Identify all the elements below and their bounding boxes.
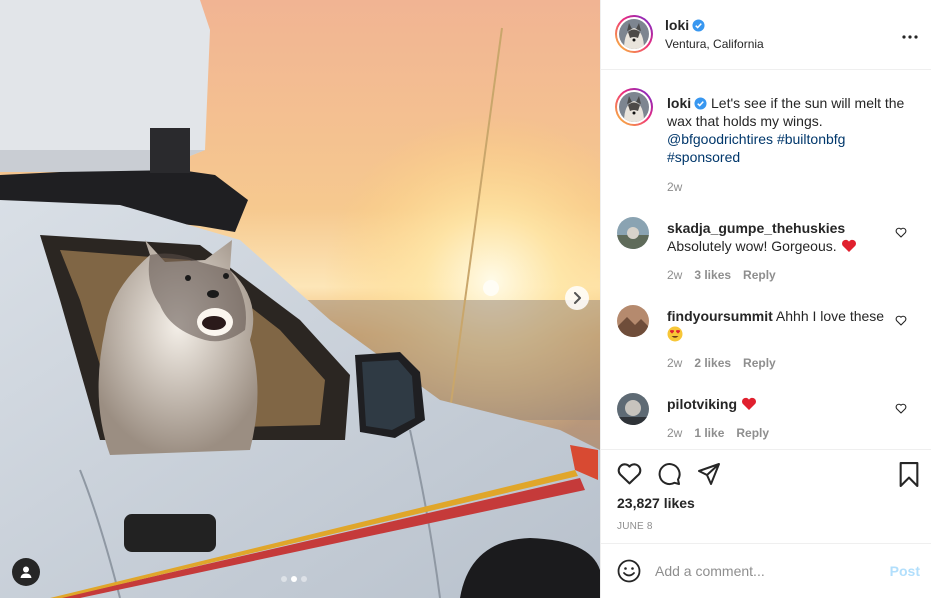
carousel-next-button[interactable]	[565, 286, 589, 310]
comment-button[interactable]	[657, 462, 682, 489]
commenter-avatar[interactable]	[617, 393, 649, 425]
comment-likes[interactable]: 1 like	[694, 426, 724, 440]
post-photo[interactable]	[0, 0, 600, 598]
red-heart-emoji-icon	[841, 239, 856, 252]
chevron-right-icon	[574, 292, 581, 304]
mention-link[interactable]: @bfgoodrichtires	[667, 131, 773, 147]
carousel-indicator	[281, 576, 307, 582]
red-heart-emoji-icon	[741, 397, 756, 410]
smiley-icon	[617, 559, 641, 583]
comment-time[interactable]: 2w	[667, 426, 682, 440]
heart-eyes-emoji-icon	[667, 326, 683, 342]
author-avatar[interactable]	[615, 15, 653, 53]
post-header: loki Ventura, California	[601, 0, 931, 70]
commenter-avatar[interactable]	[617, 217, 649, 249]
emoji-picker-button[interactable]	[617, 559, 641, 586]
likes-count[interactable]: 23,827 likes	[617, 495, 695, 511]
comment-text: findyoursummit Ahhh I love these	[667, 307, 887, 343]
heart-outline-icon	[895, 227, 907, 238]
bookmark-icon	[899, 462, 919, 487]
author-info: loki	[665, 17, 705, 33]
husky-avatar-image	[619, 19, 649, 49]
comment-body: Ahhh I love these	[775, 308, 885, 324]
comment-bubble-icon	[658, 463, 681, 486]
reply-button[interactable]: Reply	[736, 426, 769, 440]
hashtag-link[interactable]: #builtonbfg	[777, 131, 846, 147]
comment-body: Absolutely wow! Gorgeous.	[667, 238, 837, 254]
caption-timestamp[interactable]: 2w	[667, 180, 682, 194]
comment-like-button[interactable]	[895, 225, 907, 241]
like-button[interactable]	[617, 462, 642, 488]
photo-image	[0, 0, 600, 598]
more-options-icon	[902, 35, 918, 39]
post-date[interactable]: JUNE 8	[617, 521, 653, 532]
commenter-avatar-image	[617, 393, 649, 425]
post-location[interactable]: Ventura, California	[665, 37, 764, 51]
carousel-dot	[301, 576, 307, 582]
comment-time[interactable]: 2w	[667, 356, 682, 370]
verified-badge-icon	[694, 97, 707, 110]
add-comment-bar: Post	[601, 543, 931, 598]
save-button[interactable]	[898, 462, 920, 490]
post-modal: loki Ventura, California loki Let's see …	[0, 0, 931, 598]
comment-item: pilotviking 2w 1 like Reply	[613, 393, 923, 445]
post-details-panel: loki Ventura, California loki Let's see …	[600, 0, 931, 598]
user-tags-button[interactable]	[12, 558, 40, 586]
share-button[interactable]	[697, 462, 721, 489]
comment-like-button[interactable]	[895, 401, 907, 417]
commenter-avatar-image	[617, 217, 649, 249]
heart-outline-icon	[617, 463, 642, 485]
add-comment-input[interactable]	[655, 559, 875, 583]
post-actions-bar: 23,827 likes JUNE 8	[601, 449, 931, 543]
comment-text: pilotviking	[667, 395, 887, 413]
comment-likes[interactable]: 2 likes	[694, 356, 731, 370]
more-options-button[interactable]	[902, 26, 918, 42]
comment-item: findyoursummit Ahhh I love these 2w 2 li…	[613, 305, 923, 377]
caption-text: loki Let's see if the sun will melt the …	[667, 94, 917, 166]
comment-username[interactable]: findyoursummit	[667, 308, 773, 324]
carousel-dot-active	[291, 576, 297, 582]
comment-meta: 2w 2 likes Reply	[667, 356, 776, 370]
husky-avatar-image	[619, 92, 649, 122]
user-tag-icon	[20, 566, 32, 578]
commenter-avatar-image	[617, 305, 649, 337]
reply-button[interactable]: Reply	[743, 268, 776, 282]
reply-button[interactable]: Reply	[743, 356, 776, 370]
comment-time[interactable]: 2w	[667, 268, 682, 282]
heart-outline-icon	[895, 315, 907, 326]
post-comment-button[interactable]: Post	[890, 563, 920, 579]
comment-meta: 2w 3 likes Reply	[667, 268, 776, 282]
hashtag-link[interactable]: #sponsored	[667, 149, 740, 165]
comment-likes[interactable]: 3 likes	[694, 268, 731, 282]
comment-item: skadja_gumpe_thehuskies Absolutely wow! …	[613, 217, 923, 289]
comment-meta: 2w 1 like Reply	[667, 426, 769, 440]
comment-text: skadja_gumpe_thehuskies Absolutely wow! …	[667, 219, 887, 255]
paper-plane-icon	[698, 463, 720, 485]
caption-username[interactable]: loki	[667, 95, 691, 111]
commenter-avatar[interactable]	[617, 305, 649, 337]
heart-outline-icon	[895, 403, 907, 414]
carousel-dot	[281, 576, 287, 582]
comment-like-button[interactable]	[895, 313, 907, 329]
verified-badge-icon	[692, 19, 705, 32]
caption-author-avatar[interactable]	[615, 88, 653, 126]
comment-username[interactable]: pilotviking	[667, 396, 737, 412]
author-username[interactable]: loki	[665, 17, 689, 33]
comment-username[interactable]: skadja_gumpe_thehuskies	[667, 220, 845, 236]
